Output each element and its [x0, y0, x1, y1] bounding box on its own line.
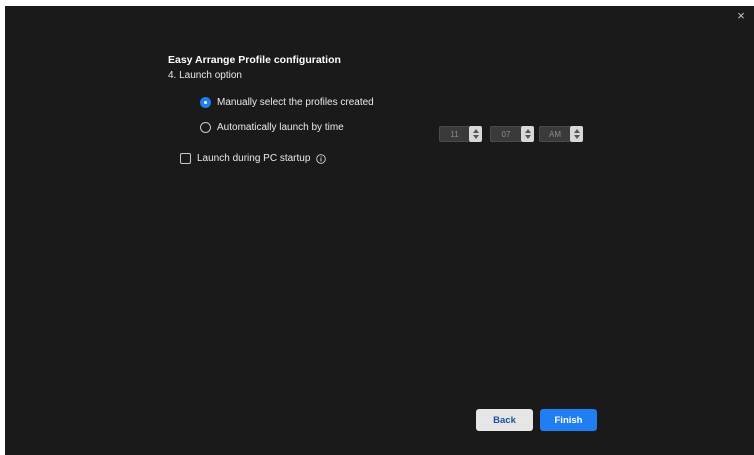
manual-select-option[interactable]: Manually select the profiles created [200, 97, 374, 108]
auto-launch-radio[interactable] [200, 122, 211, 133]
hour-stepper[interactable] [469, 126, 482, 142]
pc-startup-checkbox[interactable] [180, 153, 191, 164]
pc-startup-option[interactable]: Launch during PC startup [180, 153, 327, 164]
period-field[interactable]: AM [539, 126, 570, 142]
finish-button[interactable]: Finish [540, 409, 597, 431]
minute-field[interactable]: 07 [490, 126, 521, 142]
manual-select-radio[interactable] [200, 97, 211, 108]
period-stepper[interactable] [570, 126, 583, 142]
hour-up-icon[interactable] [472, 129, 479, 133]
hour-down-icon[interactable] [472, 135, 479, 139]
minute-down-icon[interactable] [524, 135, 531, 139]
step-subtitle: 4. Launch option [168, 70, 242, 81]
dialog-window: × Easy Arrange Profile configuration 4. … [5, 6, 754, 455]
period-down-icon[interactable] [573, 135, 580, 139]
minute-spinner[interactable]: 07 [490, 126, 534, 142]
auto-launch-option[interactable]: Automatically launch by time [200, 122, 344, 133]
period-spinner[interactable]: AM [539, 126, 583, 142]
minute-stepper[interactable] [521, 126, 534, 142]
info-icon[interactable] [316, 153, 327, 164]
hour-spinner[interactable]: 11 [439, 126, 482, 142]
auto-launch-label: Automatically launch by time [217, 122, 344, 133]
back-button[interactable]: Back [476, 409, 533, 431]
pc-startup-label: Launch during PC startup [197, 153, 311, 164]
manual-select-label: Manually select the profiles created [217, 97, 374, 108]
close-icon[interactable]: × [734, 9, 748, 23]
minute-up-icon[interactable] [524, 129, 531, 133]
page-title: Easy Arrange Profile configuration [168, 54, 341, 66]
hour-field[interactable]: 11 [439, 126, 469, 142]
period-up-icon[interactable] [573, 129, 580, 133]
